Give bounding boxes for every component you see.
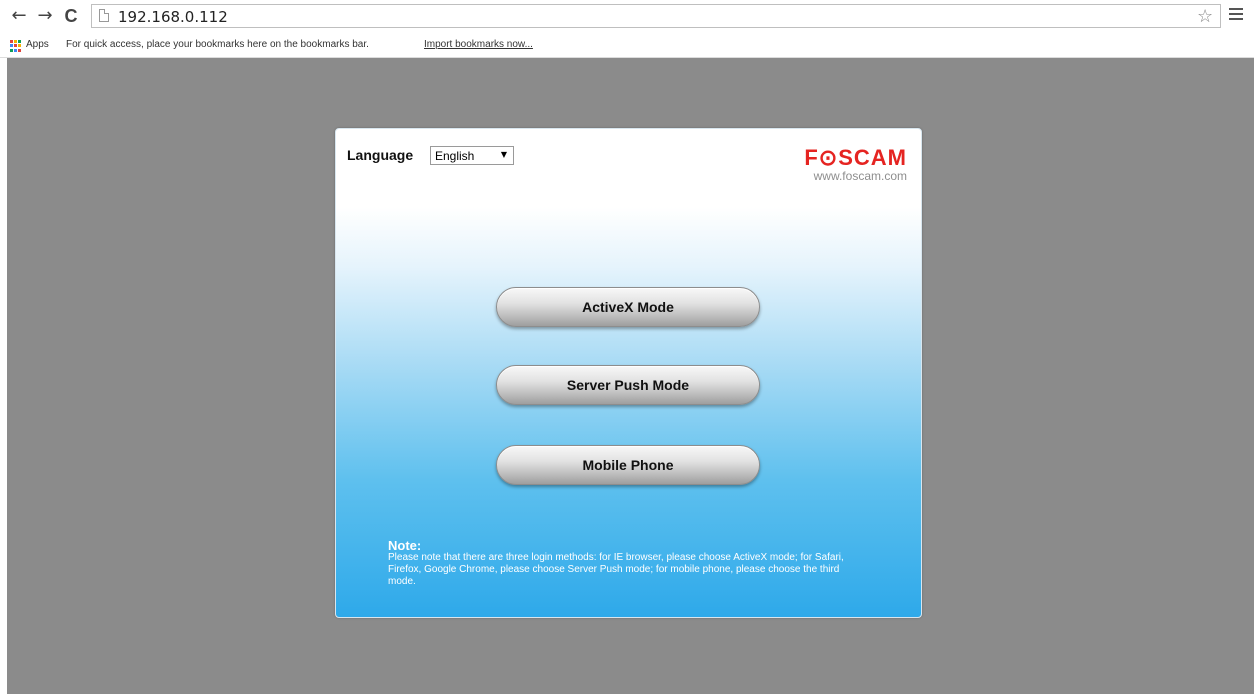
note-text: Please note that there are three login m…: [388, 552, 844, 587]
language-select[interactable]: English ▼: [430, 146, 514, 165]
activex-mode-button[interactable]: ActiveX Mode: [496, 287, 760, 327]
server-push-mode-button[interactable]: Server Push Mode: [496, 365, 760, 405]
dropdown-arrow-icon: ▼: [500, 150, 507, 159]
server-push-mode-label: Server Push Mode: [566, 377, 690, 393]
language-label: Language: [347, 147, 414, 163]
url-text: 192.168.0.112: [118, 8, 228, 26]
forward-icon[interactable]: →: [34, 5, 56, 27]
website-url: www.foscam.com: [813, 169, 907, 183]
viewport-edge: [0, 58, 7, 694]
apps-link[interactable]: Apps: [26, 39, 49, 50]
page-icon: [99, 9, 109, 22]
reload-icon[interactable]: C: [60, 5, 82, 27]
language-selected-value: English: [435, 149, 475, 163]
bookmarks-bar: Apps For quick access, place your bookma…: [0, 34, 1254, 58]
browser-toolbar: ← → C 192.168.0.112 ☆: [0, 0, 1254, 34]
address-bar[interactable]: 192.168.0.112: [91, 4, 1221, 28]
note-title: Note:: [388, 538, 422, 553]
foscam-logo: F⊙SCAM: [804, 145, 907, 170]
mobile-phone-label: Mobile Phone: [582, 457, 674, 473]
mobile-phone-button[interactable]: Mobile Phone: [496, 445, 760, 485]
bookmarks-hint: For quick access, place your bookmarks h…: [66, 39, 369, 50]
login-panel: Language English ▼ F⊙SCAM www.foscam.com…: [335, 128, 922, 618]
apps-icon[interactable]: [10, 40, 22, 52]
page-viewport: Language English ▼ F⊙SCAM www.foscam.com…: [0, 58, 1254, 694]
star-icon[interactable]: ☆: [1197, 6, 1213, 27]
import-bookmarks-link[interactable]: Import bookmarks now...: [424, 39, 533, 50]
back-icon[interactable]: ←: [8, 5, 30, 27]
activex-mode-label: ActiveX Mode: [582, 299, 674, 315]
menu-icon[interactable]: [1229, 8, 1243, 20]
